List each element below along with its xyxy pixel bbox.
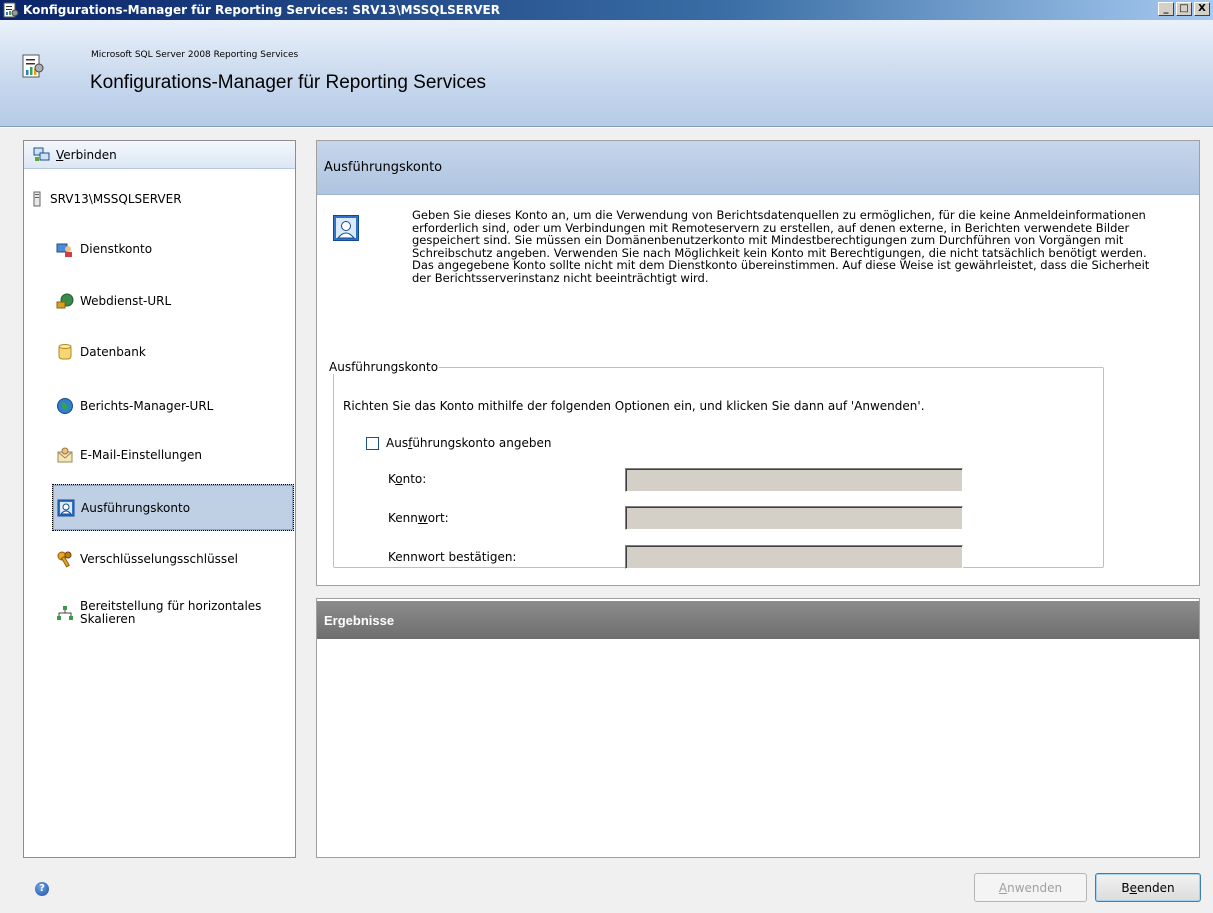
app-header: Microsoft SQL Server 2008 Reporting Serv…: [0, 20, 1213, 127]
server-icon: [33, 191, 41, 207]
specify-account-checkbox[interactable]: Ausführungskonto angeben: [366, 436, 551, 450]
page-title: Konfigurations-Manager für Reporting Ser…: [90, 72, 487, 93]
globe-icon: [57, 398, 73, 414]
web-service-icon: [56, 293, 74, 309]
password-label: Kennwort:: [388, 511, 449, 525]
checkbox-label: Ausführungskonto angeben: [386, 436, 552, 450]
panel-description: Geben Sie dieses Konto an, um die Verwen…: [412, 208, 1150, 285]
email-icon: [57, 447, 73, 463]
connect-icon: [33, 147, 50, 161]
nav-item-label: Dienstkonto: [80, 242, 153, 256]
maximize-button[interactable]: □: [1176, 2, 1192, 16]
nav-item-label: Webdienst-URL: [80, 294, 172, 308]
help-icon[interactable]: ?: [35, 882, 49, 896]
nav-item-verschluesselungsschluessel[interactable]: Verschlüsselungsschlüssel: [52, 539, 294, 579]
panel-title: Ausführungskonto: [317, 141, 1199, 195]
product-subtitle: Microsoft SQL Server 2008 Reporting Serv…: [91, 50, 299, 60]
nav-item-label: Bereitstellung für horizontales Skaliere…: [80, 599, 262, 626]
nav-item-datenbank[interactable]: Datenbank: [52, 332, 294, 372]
execution-account-large-icon: [333, 215, 359, 241]
execution-account-icon: [57, 499, 75, 516]
nav-item-webdienst-url[interactable]: Webdienst-URL: [52, 281, 294, 321]
service-account-icon: [56, 243, 72, 257]
nav-item-e-mail-einstellungen[interactable]: E-Mail-Einstellungen: [52, 435, 294, 475]
account-input[interactable]: [625, 468, 963, 492]
scaleout-icon: [57, 606, 73, 620]
results-title: Ergebnisse: [317, 601, 1199, 639]
apply-button[interactable]: Anwenden: [974, 873, 1087, 902]
minimize-button[interactable]: _: [1158, 2, 1174, 16]
report-config-logo-icon: [22, 54, 44, 78]
results-panel: Ergebnisse: [316, 598, 1200, 858]
window-controls: _ □ X: [1156, 2, 1210, 16]
connect-label: Verbinden: [56, 147, 117, 162]
server-name: SRV13\MSSQLSERVER: [50, 192, 182, 206]
app-icon: [3, 2, 19, 18]
server-node[interactable]: SRV13\MSSQLSERVER: [33, 191, 182, 207]
nav-item-label: Ausführungskonto: [81, 500, 191, 515]
instructions-text: Richten Sie das Konto mithilfe der folge…: [343, 399, 925, 413]
account-label: Konto:: [388, 472, 427, 486]
window-title: Konfigurations-Manager für Reporting Ser…: [23, 3, 500, 17]
group-title: Ausführungskonto: [329, 360, 439, 374]
nav-item-label: Verschlüsselungsschlüssel: [80, 552, 238, 566]
checkbox-box[interactable]: [366, 436, 379, 450]
database-icon: [58, 344, 72, 360]
keys-icon: [57, 551, 72, 568]
nav-item-label: Berichts-Manager-URL: [80, 399, 214, 413]
execution-account-group: Ausführungskonto Richten Sie das Konto m…: [329, 360, 1104, 569]
window-title-bar[interactable]: Konfigurations-Manager für Reporting Ser…: [0, 0, 1213, 20]
confirm-password-input[interactable]: [625, 545, 963, 569]
nav-item-ausfuehrungskonto[interactable]: Ausführungskonto: [52, 484, 294, 531]
nav-item-dienstkonto[interactable]: Dienstkonto: [52, 229, 294, 269]
nav-item-bereitstellung-horizontales-skalieren[interactable]: Bereitstellung für horizontales Skaliere…: [52, 593, 294, 633]
connect-button[interactable]: Verbinden: [24, 141, 295, 169]
close-button[interactable]: X: [1194, 2, 1210, 16]
navigation-pane: Verbinden SRV13\MSSQLSERVER Dienstkonto …: [23, 140, 296, 858]
nav-item-label: E-Mail-Einstellungen: [80, 448, 202, 462]
exit-button[interactable]: Be enden: [1095, 873, 1201, 902]
execution-account-panel: Ausführungskonto Geben Sie dieses Konto …: [316, 140, 1200, 586]
nav-item-berichts-manager-url[interactable]: Berichts-Manager-URL: [52, 386, 294, 426]
confirm-password-label: Kennwort bestätigen:: [388, 550, 517, 564]
password-input[interactable]: [625, 506, 963, 530]
nav-item-label: Datenbank: [80, 345, 146, 359]
